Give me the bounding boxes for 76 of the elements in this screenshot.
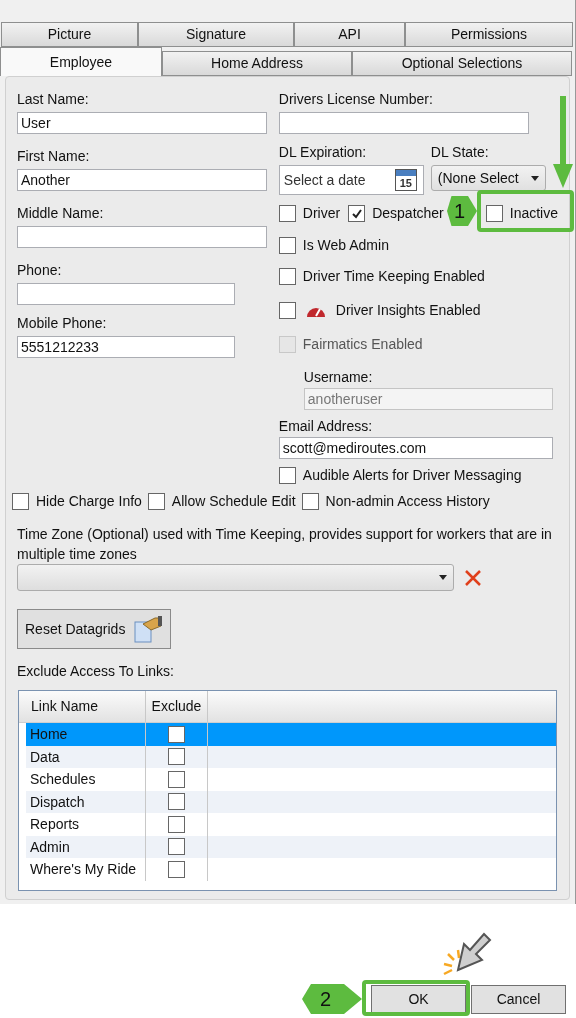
state-dropdown[interactable]: (None Select (430, 165, 546, 191)
tab[interactable]: Employee (0, 47, 162, 76)
field-label: Last Name: (17, 90, 90, 109)
reset-datagrids-button[interactable]: Reset Datagrids (17, 609, 172, 649)
checkbox[interactable] (348, 205, 366, 222)
checkbox-label: Driver Insights Enabled (335, 301, 481, 320)
checkbox[interactable] (278, 302, 296, 319)
tab[interactable]: Picture (1, 22, 138, 47)
date-picker[interactable]: Select a date 15 (278, 165, 424, 195)
table-cell: Schedules (26, 768, 146, 791)
tab[interactable]: Signature (138, 22, 294, 47)
checkbox[interactable] (168, 838, 185, 856)
checkbox-label: Despatcher (372, 204, 444, 223)
tab[interactable]: API (294, 22, 405, 47)
document-icon (133, 614, 164, 644)
checkbox-label: Non-admin Access History (325, 492, 490, 511)
field-label: Phone: (17, 261, 63, 280)
table-row[interactable]: Data (26, 745, 556, 768)
tab[interactable]: Permissions (405, 22, 573, 47)
cancel-button[interactable]: Cancel (471, 985, 566, 1014)
text-field[interactable] (17, 283, 235, 305)
checkbox-label: Allow Schedule Edit (171, 492, 296, 511)
checkmark-icon (350, 207, 363, 220)
table-row[interactable]: Admin (26, 835, 556, 858)
field-label: Email Address: (278, 417, 374, 436)
text-field[interactable] (278, 112, 529, 134)
checkbox-label: Driver Time Keeping Enabled (302, 267, 485, 286)
field-label: DL Expiration: (278, 143, 368, 162)
field-label: First Name: (17, 147, 91, 166)
checkbox[interactable] (168, 770, 185, 788)
checkbox[interactable] (485, 205, 503, 222)
calendar-icon[interactable]: 15 (394, 169, 417, 191)
checkbox-label: Fairmatics Enabled (302, 335, 423, 354)
table-row[interactable]: Home (26, 723, 556, 746)
caret-icon (530, 175, 539, 181)
checkbox[interactable] (168, 793, 185, 811)
checkbox-label: Is Web Admin (302, 236, 389, 255)
caret-icon (439, 575, 447, 580)
text-field[interactable]: Another (17, 169, 267, 191)
table-cell: Where's My Ride (26, 858, 146, 881)
checkbox-label: Inactive (509, 204, 558, 223)
table-cell: Home (26, 723, 146, 746)
checkbox[interactable] (147, 493, 165, 510)
field-label: Mobile Phone: (17, 314, 108, 333)
time-zone-label: Time Zone (Optional) used with Time Keeping, provides support for workers that are in multiple time zones (17, 525, 553, 564)
callout-marker: 2 (302, 984, 362, 1014)
checkbox[interactable] (168, 748, 185, 766)
tab[interactable]: Optional Selections (352, 51, 572, 76)
text-field[interactable] (17, 226, 267, 248)
checkbox-label: Audible Alerts for Driver Messaging (302, 466, 522, 485)
checkbox[interactable] (168, 860, 185, 878)
checkbox[interactable] (301, 493, 319, 510)
checkbox-label: Driver (302, 204, 341, 223)
checkbox[interactable] (278, 237, 296, 254)
checkbox[interactable] (278, 205, 296, 222)
table-row[interactable]: Dispatch (26, 790, 556, 813)
checkbox[interactable] (278, 467, 296, 484)
exclude-label: Exclude Access To Links: (17, 662, 175, 681)
checkbox[interactable] (168, 815, 185, 833)
text-field[interactable]: scott@mediroutes.com (278, 437, 553, 459)
table-cell: Reports (26, 813, 146, 836)
ok-button[interactable]: OK (371, 985, 466, 1014)
text-field[interactable]: User (17, 112, 267, 134)
field-label: DL State: (430, 143, 490, 162)
text-field[interactable]: 5551212233 (17, 336, 235, 358)
field-label: Middle Name: (17, 204, 105, 223)
column-header[interactable]: Link Name (26, 691, 146, 722)
checkbox[interactable] (278, 268, 296, 285)
field-label: Drivers License Number: (278, 90, 434, 109)
checkbox-label: Hide Charge Info (36, 492, 142, 511)
tab[interactable]: Home Address (162, 51, 352, 76)
checkbox[interactable] (168, 725, 185, 743)
field-label: Username: (302, 368, 374, 387)
checkbox[interactable] (12, 493, 29, 510)
close-icon[interactable] (464, 568, 482, 587)
column-header[interactable]: Exclude (146, 691, 208, 722)
